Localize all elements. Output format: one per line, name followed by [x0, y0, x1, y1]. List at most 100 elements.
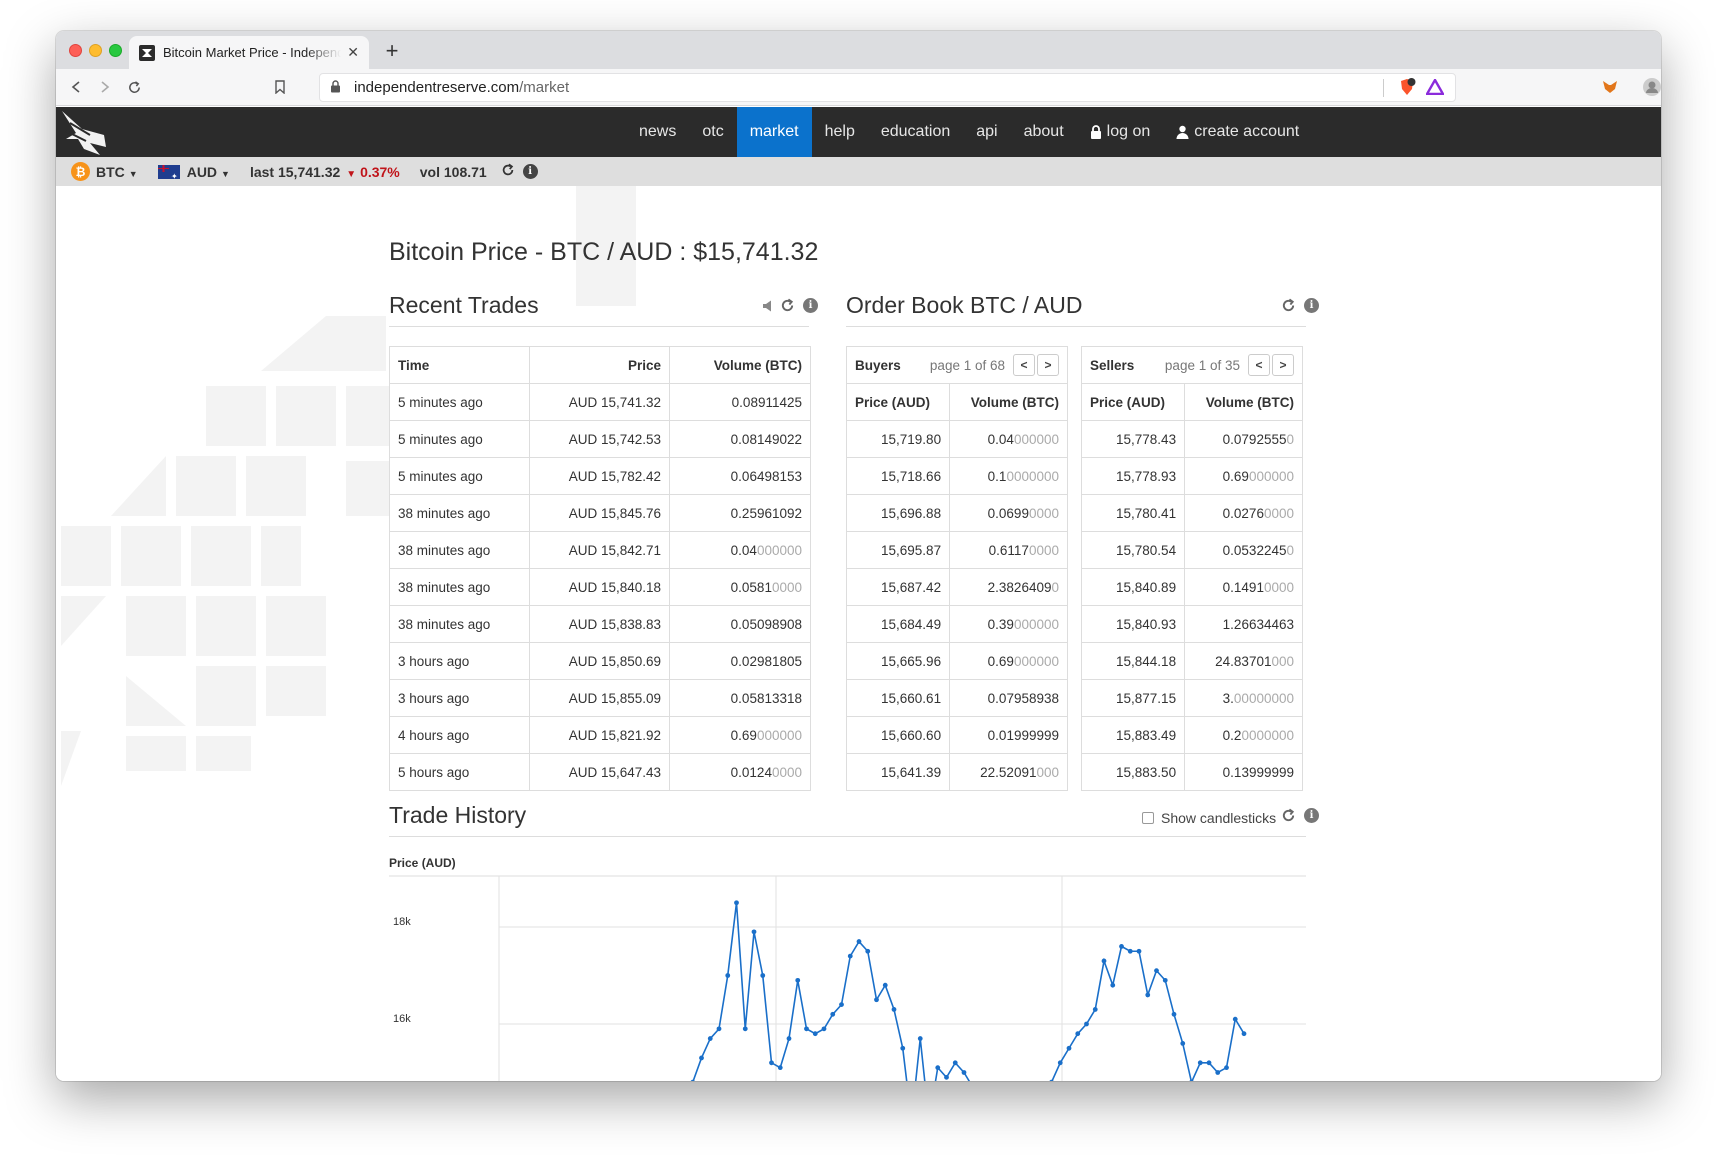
bid-price-value: 15,660.60	[881, 727, 942, 743]
table-row: 15,844.18 24.83701000	[1080, 642, 1303, 680]
nav-otc[interactable]: otc	[689, 107, 736, 157]
bid-volume: 2.38264090	[949, 568, 1068, 606]
nav-log-on[interactable]: log on	[1077, 107, 1164, 157]
independent-reserve-logo[interactable]	[60, 109, 108, 157]
extension-button[interactable]	[1598, 75, 1622, 99]
zoom-window-button[interactable]	[109, 44, 122, 57]
ask-volume-value: 0.0792555	[1222, 431, 1287, 447]
reload-button[interactable]	[122, 75, 146, 99]
trade-price-value: AUD 15,821.92	[568, 727, 661, 743]
sellers-table: Sellers page 1 of 35 < > Price (AUD) Vol…	[1080, 346, 1303, 791]
nav-education[interactable]: education	[868, 107, 963, 157]
buyers-next-button[interactable]: >	[1037, 354, 1059, 376]
nav-help[interactable]: help	[812, 107, 868, 157]
refresh-icon[interactable]	[1281, 808, 1296, 823]
site-navbar: news otc market help education api about…	[56, 107, 1661, 157]
ask-volume-value: 0.0532245	[1222, 542, 1287, 558]
sellers-prev-button[interactable]: <	[1248, 354, 1270, 376]
table-row: 38 minutes ago AUD 15,838.83 0.05098908	[389, 605, 811, 643]
info-icon[interactable]: i	[1304, 808, 1319, 823]
refresh-icon[interactable]	[780, 298, 795, 313]
info-icon[interactable]: i	[803, 298, 818, 313]
currency-select[interactable]: AUD ▼	[187, 164, 250, 180]
close-window-button[interactable]	[69, 44, 82, 57]
tab-close-icon[interactable]: ✕	[347, 44, 359, 61]
browser-tab[interactable]: Bitcoin Market Price - Independent Reser…	[129, 36, 369, 69]
info-icon[interactable]: i	[522, 164, 538, 179]
price-data-point	[874, 997, 879, 1003]
refresh-icon[interactable]	[501, 163, 515, 180]
ask-price-value: 15,877.15	[1116, 690, 1177, 706]
metamask-fox-icon	[1603, 81, 1617, 93]
new-tab-button[interactable]: +	[379, 38, 405, 64]
trade-price: AUD 15,782.42	[529, 457, 670, 495]
ask-volume: 3.00000000	[1184, 679, 1303, 717]
refresh-icon[interactable]	[1281, 298, 1296, 313]
table-row: 15,780.54 0.05322450	[1080, 531, 1303, 569]
trade-time-value: 38 minutes ago	[398, 579, 491, 595]
ask-volume: 0.05322450	[1184, 531, 1303, 569]
trade-price: AUD 15,850.69	[529, 642, 670, 680]
forward-button[interactable]	[93, 75, 117, 99]
col-price: Price	[529, 346, 670, 384]
back-button[interactable]	[64, 75, 88, 99]
bid-volume-value: 0.01999999	[987, 727, 1059, 743]
bookmark-button[interactable]	[268, 75, 292, 99]
trade-price: AUD 15,741.32	[529, 383, 670, 421]
trade-volume-value: 0.69	[730, 727, 757, 743]
table-row: 15,684.49 0.39000000	[845, 605, 1068, 643]
recent-trades-table: Time Price Volume (BTC) 5 minutes ago AUD…	[389, 346, 811, 791]
trade-price: AUD 15,838.83	[529, 605, 670, 643]
table-row: 38 minutes ago AUD 15,845.76 0.25961092	[389, 494, 811, 532]
col-price: Price (AUD)	[845, 383, 951, 421]
buyers-prev-button[interactable]: <	[1013, 354, 1035, 376]
brave-shields-button[interactable]	[1395, 75, 1419, 99]
trade-history-rule	[389, 836, 1306, 837]
candlesticks-checkbox[interactable]	[1142, 812, 1154, 824]
ask-price-value: 15,883.49	[1116, 727, 1177, 743]
y-tick-label: 16k	[393, 1013, 411, 1025]
nav-market[interactable]: market	[736, 107, 812, 157]
table-row: 38 minutes ago AUD 15,842.71 0.04000000	[389, 531, 811, 569]
trade-volume: 0.05810000	[669, 568, 811, 606]
bid-volume-value: 0.6117	[988, 542, 1029, 558]
brave-rewards-button[interactable]	[1423, 75, 1447, 99]
nav-api[interactable]: api	[963, 107, 1010, 157]
table-row: 3 hours ago AUD 15,855.09 0.05813318	[389, 679, 811, 717]
profile-button[interactable]	[1640, 75, 1661, 99]
sellers-next-button[interactable]: >	[1272, 354, 1294, 376]
bid-volume-value: 2.3826409	[987, 579, 1052, 595]
bid-price: 15,665.96	[845, 642, 951, 680]
price-data-point	[1110, 982, 1116, 988]
info-icon[interactable]: i	[1304, 298, 1319, 313]
order-book-tools: i	[1281, 298, 1319, 313]
trade-volume: 0.05813318	[669, 679, 811, 717]
brave-shield-icon	[1401, 78, 1416, 95]
show-candlesticks-toggle[interactable]: Show candlesticks	[1142, 810, 1276, 826]
price-data-point	[751, 929, 757, 935]
bid-price: 15,696.88	[845, 494, 951, 532]
trade-volume: 0.01240000	[669, 753, 811, 791]
trade-price-value: AUD 15,742.53	[568, 431, 661, 447]
trade-history-chart[interactable]: 18k16k14k	[389, 866, 1306, 1081]
bid-volume: 0.04000000	[949, 420, 1068, 458]
recent-trades-rule	[389, 326, 809, 327]
coin-select[interactable]: BTC ▼	[96, 164, 158, 180]
trade-volume-value: 0.02981805	[730, 653, 802, 669]
nav-create-account[interactable]: create account	[1163, 107, 1312, 157]
sound-icon[interactable]	[762, 300, 772, 312]
address-bar[interactable]: independentreserve.com/market	[319, 73, 1456, 102]
price-data-point	[1241, 1031, 1247, 1037]
trade-volume-trailing-zeros: 0000	[771, 579, 802, 595]
tab-title: Bitcoin Market Price - Independent Reser…	[163, 45, 342, 60]
down-triangle-icon: ▼	[346, 168, 357, 180]
nav-news[interactable]: news	[626, 107, 689, 157]
nav-about[interactable]: about	[1011, 107, 1077, 157]
price-data-point	[917, 1036, 923, 1041]
bid-volume: 0.69000000	[949, 642, 1068, 680]
minimize-window-button[interactable]	[89, 44, 102, 57]
price-data-point	[935, 1065, 941, 1071]
ask-volume-trailing-zeros: 000000	[1248, 468, 1294, 484]
ask-volume-value: 0.0276	[1222, 505, 1264, 521]
bid-volume: 0.07958938	[949, 679, 1068, 717]
